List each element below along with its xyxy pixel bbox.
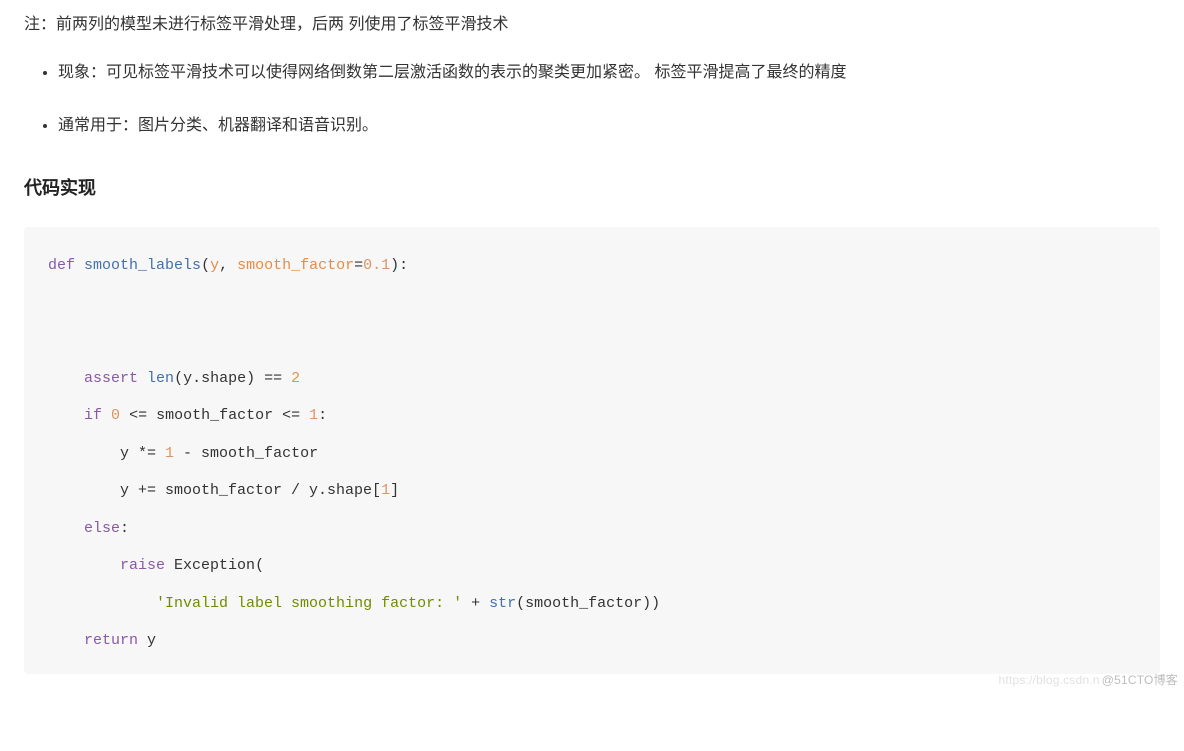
code-paren-open: ( bbox=[201, 257, 210, 274]
note-paragraph: 注：前两列的模型未进行标签平滑处理，后两 列使用了标签平滑技术 bbox=[24, 10, 1160, 40]
code-builtin-str: str bbox=[489, 595, 516, 612]
code-default-value: 0.1 bbox=[363, 257, 390, 274]
code-mul-line-pre: y *= bbox=[48, 445, 165, 462]
code-add-line-post: ] bbox=[390, 482, 399, 499]
watermark-main: @51CTO博客 bbox=[1102, 673, 1178, 687]
code-number-one: 1 bbox=[309, 407, 318, 424]
code-plus: + bbox=[462, 595, 489, 612]
code-number-one-b: 1 bbox=[165, 445, 174, 462]
code-colon: : bbox=[318, 407, 327, 424]
code-string-literal: 'Invalid label smoothing factor: ' bbox=[156, 595, 462, 612]
code-keyword-assert: assert bbox=[84, 370, 138, 387]
code-exception-name: Exception bbox=[174, 557, 255, 574]
code-else-colon: : bbox=[120, 520, 129, 537]
code-return-val: y bbox=[138, 632, 156, 649]
code-exc-tail: (smooth_factor)) bbox=[516, 595, 660, 612]
list-item: 现象：可见标签平滑技术可以使得网络倒数第二层激活函数的表示的聚类更加紧密。 标签… bbox=[58, 58, 1160, 88]
code-if-mid: <= smooth_factor <= bbox=[120, 407, 309, 424]
code-keyword-return: return bbox=[84, 632, 138, 649]
article-body: 注：前两列的模型未进行标签平滑处理，后两 列使用了标签平滑技术 现象：可见标签平… bbox=[0, 0, 1184, 694]
code-equals: = bbox=[354, 257, 363, 274]
code-comma: , bbox=[219, 257, 237, 274]
code-assert-expr: (y.shape) == bbox=[174, 370, 291, 387]
code-number-two: 2 bbox=[291, 370, 300, 387]
code-number-zero: 0 bbox=[111, 407, 120, 424]
code-function-name: smooth_labels bbox=[84, 257, 201, 274]
code-index-one: 1 bbox=[381, 482, 390, 499]
code-keyword-raise: raise bbox=[120, 557, 165, 574]
bullet-list: 现象：可见标签平滑技术可以使得网络倒数第二层激活函数的表示的聚类更加紧密。 标签… bbox=[24, 58, 1160, 141]
watermark-faint: https://blog.csdn.n bbox=[999, 673, 1100, 687]
code-keyword-if: if bbox=[84, 407, 102, 424]
code-keyword-def: def bbox=[48, 257, 75, 274]
code-add-line-pre: y += smooth_factor / y.shape[ bbox=[48, 482, 381, 499]
code-builtin-len: len bbox=[147, 370, 174, 387]
section-heading: 代码实现 bbox=[24, 171, 1160, 205]
list-item: 通常用于：图片分类、机器翻译和语音识别。 bbox=[58, 111, 1160, 141]
code-exc-open: ( bbox=[255, 557, 264, 574]
code-param-y: y bbox=[210, 257, 219, 274]
code-paren-close-colon: ): bbox=[390, 257, 408, 274]
code-block: def smooth_labels(y, smooth_factor=0.1):… bbox=[24, 227, 1160, 674]
code-keyword-else: else bbox=[84, 520, 120, 537]
code-param-smooth-factor: smooth_factor bbox=[237, 257, 354, 274]
code-mul-line-post: - smooth_factor bbox=[174, 445, 318, 462]
